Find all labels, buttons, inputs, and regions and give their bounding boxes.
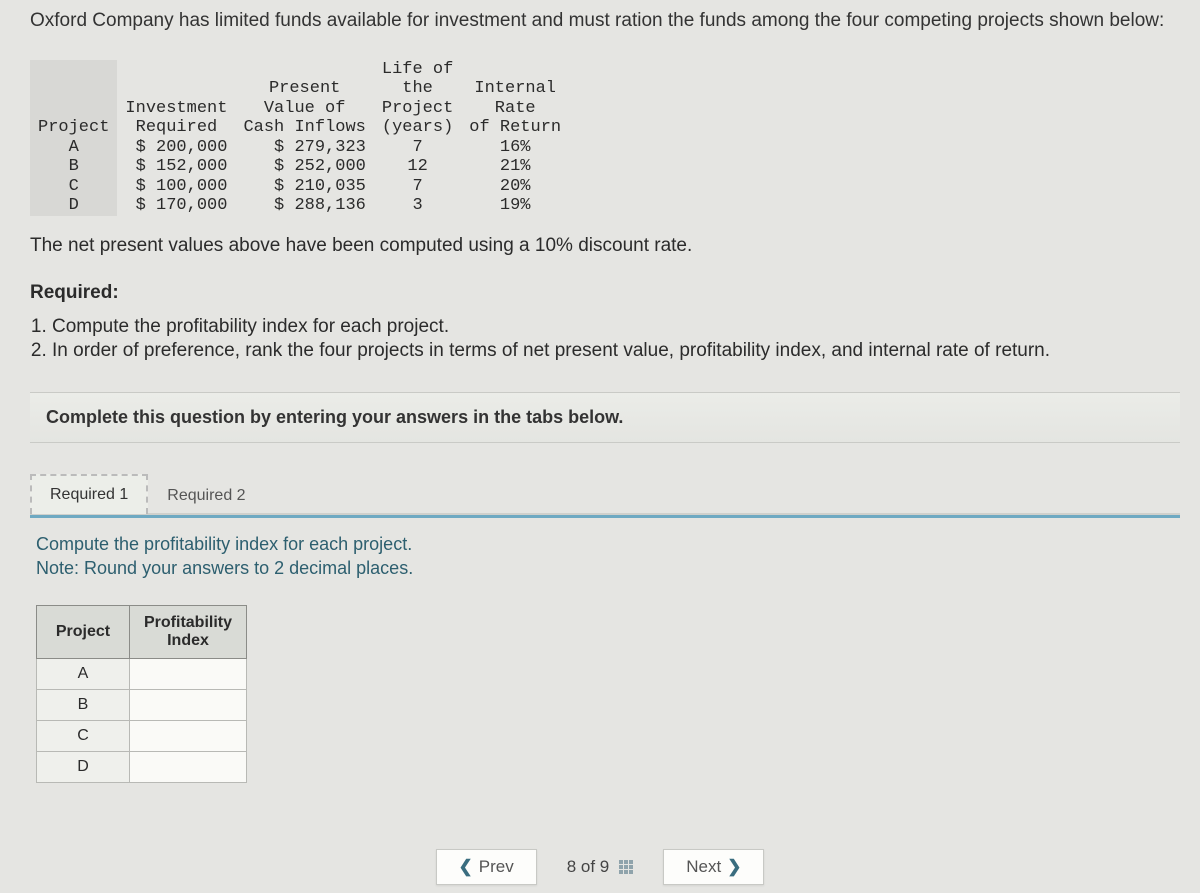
nav-bar: ❮ Prev 8 of 9 Next ❯ (0, 849, 1200, 885)
row-b-life: 12 (374, 157, 461, 177)
answer-col-pi: ProfitabilityIndex (130, 605, 247, 658)
col-hdr-irr: InternalRateof Return (469, 79, 561, 137)
row-c-life: 7 (374, 177, 461, 197)
row-c-irr: 20% (461, 177, 569, 197)
row-a-project: A (30, 138, 117, 158)
answer-table: Project ProfitabilityIndex A B C D (36, 605, 247, 783)
row-a-pv: $ 279,323 (235, 138, 373, 158)
tab-underline (30, 515, 1180, 518)
instruction-bar: Complete this question by entering your … (30, 392, 1180, 443)
npv-note: The net present values above have been c… (30, 235, 1180, 257)
answer-row-a-input[interactable] (130, 658, 247, 689)
answer-row-c-label: C (37, 720, 130, 751)
col-hdr-project: Project (38, 118, 109, 137)
next-button[interactable]: Next ❯ (663, 849, 764, 885)
required-heading: Required: (30, 282, 1180, 304)
required-item-1: Compute the profitability index for each… (52, 316, 1180, 338)
row-d-life: 3 (374, 196, 461, 216)
answer-row-c-input[interactable] (130, 720, 247, 751)
row-b-project: B (30, 157, 117, 177)
answer-col-project: Project (37, 605, 130, 658)
page-indicator: 8 of 9 (567, 857, 634, 877)
row-d-investment: $ 170,000 (117, 196, 235, 216)
row-b-irr: 21% (461, 157, 569, 177)
page-text: 8 of 9 (567, 857, 610, 877)
next-label: Next (686, 857, 721, 877)
prev-label: Prev (479, 857, 514, 877)
row-c-project: C (30, 177, 117, 197)
col-hdr-life: Life oftheProject(years) (382, 60, 453, 138)
required-list: Compute the profitability index for each… (30, 316, 1180, 362)
row-a-investment: $ 200,000 (117, 138, 235, 158)
tabs-row: Required 1 Required 2 (30, 473, 1180, 515)
grid-icon[interactable] (619, 860, 633, 874)
chevron-left-icon: ❮ (459, 857, 473, 877)
answer-row-b-input[interactable] (130, 689, 247, 720)
row-c-investment: $ 100,000 (117, 177, 235, 197)
answer-row-b-label: B (37, 689, 130, 720)
row-d-irr: 19% (461, 196, 569, 216)
required-item-2: In order of preference, rank the four pr… (52, 340, 1180, 362)
answer-row-d-label: D (37, 751, 130, 782)
tab-required-2[interactable]: Required 2 (148, 476, 264, 515)
intro-text: Oxford Company has limited funds availab… (30, 8, 1180, 35)
row-b-investment: $ 152,000 (117, 157, 235, 177)
row-d-project: D (30, 196, 117, 216)
col-hdr-investment: InvestmentRequired (125, 99, 227, 138)
col-hdr-pv: PresentValue ofCash Inflows (243, 79, 365, 137)
row-c-pv: $ 210,035 (235, 177, 373, 197)
answer-row-d-input[interactable] (130, 751, 247, 782)
tab-instruction-line2: Note: Round your answers to 2 decimal pl… (36, 558, 413, 578)
prev-button[interactable]: ❮ Prev (436, 849, 537, 885)
answer-row-a-label: A (37, 658, 130, 689)
tab-body-instruction: Compute the profitability index for each… (36, 532, 1180, 581)
tab-required-1[interactable]: Required 1 (30, 474, 148, 514)
row-b-pv: $ 252,000 (235, 157, 373, 177)
row-a-irr: 16% (461, 138, 569, 158)
project-data-table: Project InvestmentRequired PresentValue … (30, 60, 569, 216)
row-d-pv: $ 288,136 (235, 196, 373, 216)
tab-instruction-line1: Compute the profitability index for each… (36, 534, 412, 554)
row-a-life: 7 (374, 138, 461, 158)
chevron-right-icon: ❯ (727, 857, 741, 877)
